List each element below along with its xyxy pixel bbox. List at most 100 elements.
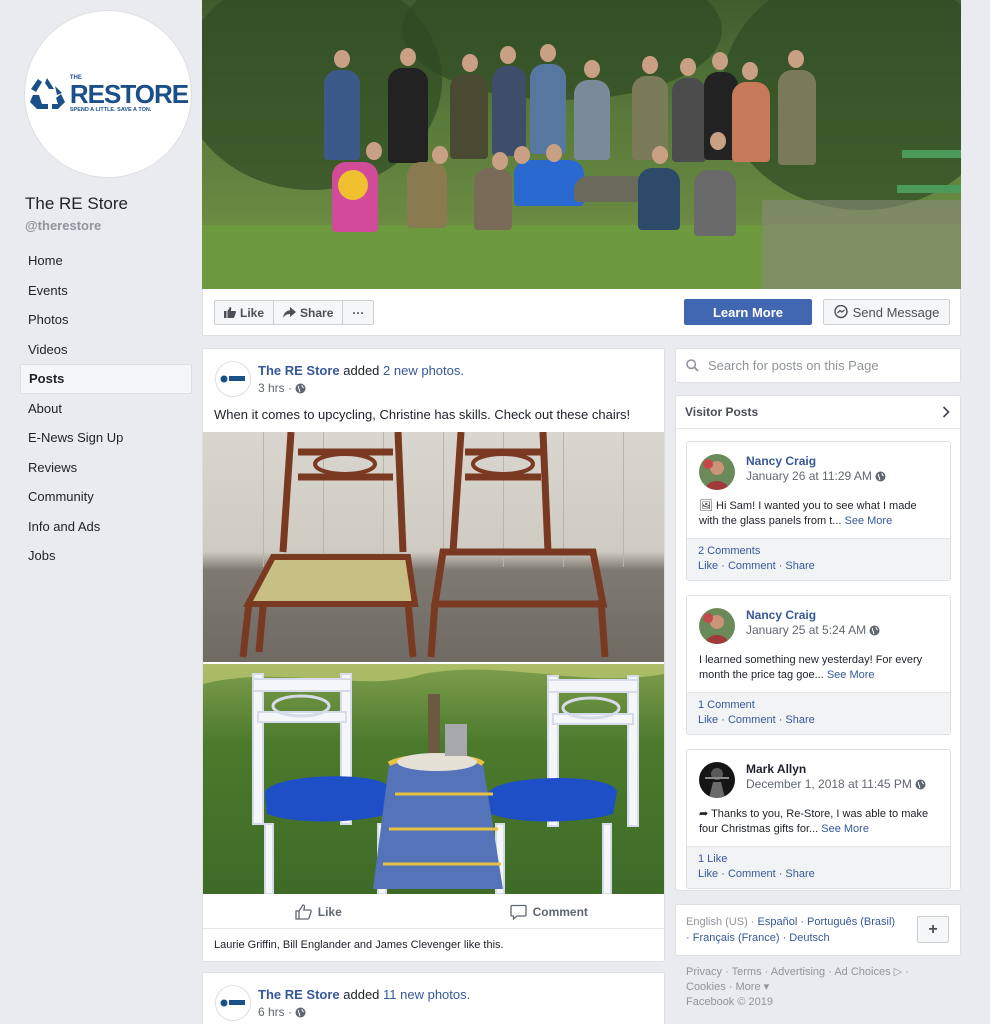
globe-icon [295,383,306,393]
visitor-post-footer: 1 Like Like · Comment · Share [687,846,950,888]
post-time: 3 hrs · [258,381,293,395]
post-photos-link[interactable]: 2 new photos. [383,363,464,378]
post-text: When it comes to upcycling, Christine ha… [214,407,631,422]
page-profile-picture[interactable]: THE RESTORE SPEND A LITTLE. SAVE A TON. [24,10,192,178]
visitor-post-footer: 2 Comments Like · Comment · Share [687,538,950,580]
visitor-post: Nancy Craig January 25 at 5:24 AM I lear… [686,595,951,735]
post-header: The RE Store added 2 new photos. [258,363,464,378]
chevron-right-icon [942,406,950,418]
more-options-button[interactable]: ··· [343,301,373,324]
visitor-post-time-text: January 25 at 5:24 AM [746,623,867,637]
visitor-post-body: I learned something new yesterday! For e… [699,654,923,681]
thumbs-up-icon [224,307,236,318]
visitor-name[interactable]: Mark Allyn [746,762,806,776]
cover-photo[interactable] [202,0,961,289]
post-author-avatar[interactable] [215,361,251,397]
globe-icon [875,471,886,481]
nav-item-jobs[interactable]: Jobs [20,541,192,571]
restore-logo-icon [220,375,245,383]
see-more-link[interactable]: See More [845,515,893,527]
page-post-search [675,348,961,383]
nav-item-info-and-ads[interactable]: Info and Ads [20,512,192,542]
page-nav: Home Events Photos Videos Posts About E-… [20,246,192,571]
page-handle[interactable]: @therestore [25,218,101,233]
nav-item-posts[interactable]: Posts [20,364,192,394]
send-message-button[interactable]: Send Message [823,299,950,325]
post-likers[interactable]: Laurie Griffin, Bill Englander and James… [214,939,504,951]
visitor-post-stat[interactable]: 1 Like [698,852,941,867]
logo-tagline: SPEND A LITTLE. SAVE A TON. [69,106,152,113]
footer-links-row2[interactable]: Cookies · More ▾ [686,980,946,995]
nav-item-reviews[interactable]: Reviews [20,453,192,483]
avatar[interactable] [699,762,735,798]
footer-links-row1[interactable]: Privacy · Terms · Advertising · Ad Choic… [686,965,946,980]
visitor-post: Nancy Craig January 26 at 11:29 AM 🖼 Hi … [686,441,951,581]
learn-more-button[interactable]: Learn More [684,299,812,325]
comment-bubble-icon [509,904,527,920]
post2-timestamp[interactable]: 6 hrs · [258,1005,306,1019]
current-language: English (US) · [686,916,755,928]
visitor-post-time-text: January 26 at 11:29 AM [746,469,872,483]
timeline-post-2: The RE Store added 11 new photos. 6 hrs … [202,972,665,1024]
visitor-post-time[interactable]: January 26 at 11:29 AM [746,469,886,483]
see-more-link[interactable]: See More [821,823,869,835]
avatar[interactable] [699,608,735,644]
share-page-button[interactable]: Share [274,301,344,324]
post-author-link[interactable]: The RE Store [258,363,340,378]
visitor-posts-title: Visitor Posts [685,405,759,419]
visitor-post-actions[interactable]: Like · Comment · Share [698,867,941,882]
globe-icon [295,1007,306,1017]
visitor-posts-panel: Visitor Posts Nancy Craig January 26 at … [675,395,961,891]
visitor-post-time[interactable]: December 1, 2018 at 11:45 PM [746,777,926,791]
post2-author-link[interactable]: The RE Store [258,987,340,1002]
nav-item-events[interactable]: Events [20,276,192,306]
post2-author-avatar[interactable] [215,985,251,1021]
visitor-post: Mark Allyn December 1, 2018 at 11:45 PM … [686,749,951,889]
share-page-label: Share [300,305,334,320]
thumbs-up-outline-icon [295,904,312,920]
post-comment-button[interactable]: Comment [434,896,665,928]
post-photo-upcycled-chairs[interactable] [203,664,664,894]
post-like-label: Like [317,905,342,919]
visitor-name[interactable]: Nancy Craig [746,608,816,622]
post-photo-before-chairs[interactable] [203,432,664,662]
globe-icon [869,625,880,635]
post-action-bar: Like Comment [203,896,664,929]
visitor-post-text: I learned something new yesterday! For e… [699,653,939,683]
visitor-post-time[interactable]: January 25 at 5:24 AM [746,623,880,637]
visitor-post-actions[interactable]: Like · Comment · Share [698,559,941,574]
post-like-button[interactable]: Like [203,896,434,928]
nav-item-community[interactable]: Community [20,482,192,512]
restore-logo: THE RESTORE SPEND A LITTLE. SAVE A TON. [28,75,189,114]
page-name[interactable]: The RE Store [25,194,128,214]
search-posts-input[interactable] [708,358,948,373]
visitor-post-time-text: December 1, 2018 at 11:45 PM [746,777,912,791]
language-links-row2[interactable]: · Français (France) · Deutsch [686,930,950,946]
post2-verb: added [343,987,380,1002]
nav-item-home[interactable]: Home [20,246,192,276]
nav-item-about[interactable]: About [20,394,192,424]
post2-header: The RE Store added 11 new photos. [258,987,470,1002]
language-links-row1[interactable]: Español · Português (Brasil) [758,916,896,928]
nav-item-videos[interactable]: Videos [20,335,192,365]
visitor-post-stat[interactable]: 1 Comment [698,698,941,713]
see-more-link[interactable]: See More [827,669,875,681]
share-arrow-icon [283,307,297,318]
messenger-icon [833,305,848,319]
avatar[interactable] [699,454,735,490]
visitor-post-stat[interactable]: 2 Comments [698,544,941,559]
visitor-post-actions[interactable]: Like · Comment · Share [698,713,941,728]
nav-item-enews-signup[interactable]: E-News Sign Up [20,423,192,453]
nav-item-photos[interactable]: Photos [20,305,192,335]
post2-photos-link[interactable]: 11 new photos. [383,987,470,1002]
more-languages-button[interactable]: + [917,916,949,943]
send-message-label: Send Message [852,304,940,320]
visitor-posts-header[interactable]: Visitor Posts [676,396,960,429]
visitor-post-body: ➦ Thanks to you, Re-Store, I was able to… [699,808,929,835]
like-page-button[interactable]: Like [215,301,275,324]
post-comment-label: Comment [532,905,588,919]
visitor-name[interactable]: Nancy Craig [746,454,816,468]
restore-logo-icon [220,999,245,1007]
globe-icon [915,779,926,789]
post-timestamp[interactable]: 3 hrs · [258,381,306,395]
